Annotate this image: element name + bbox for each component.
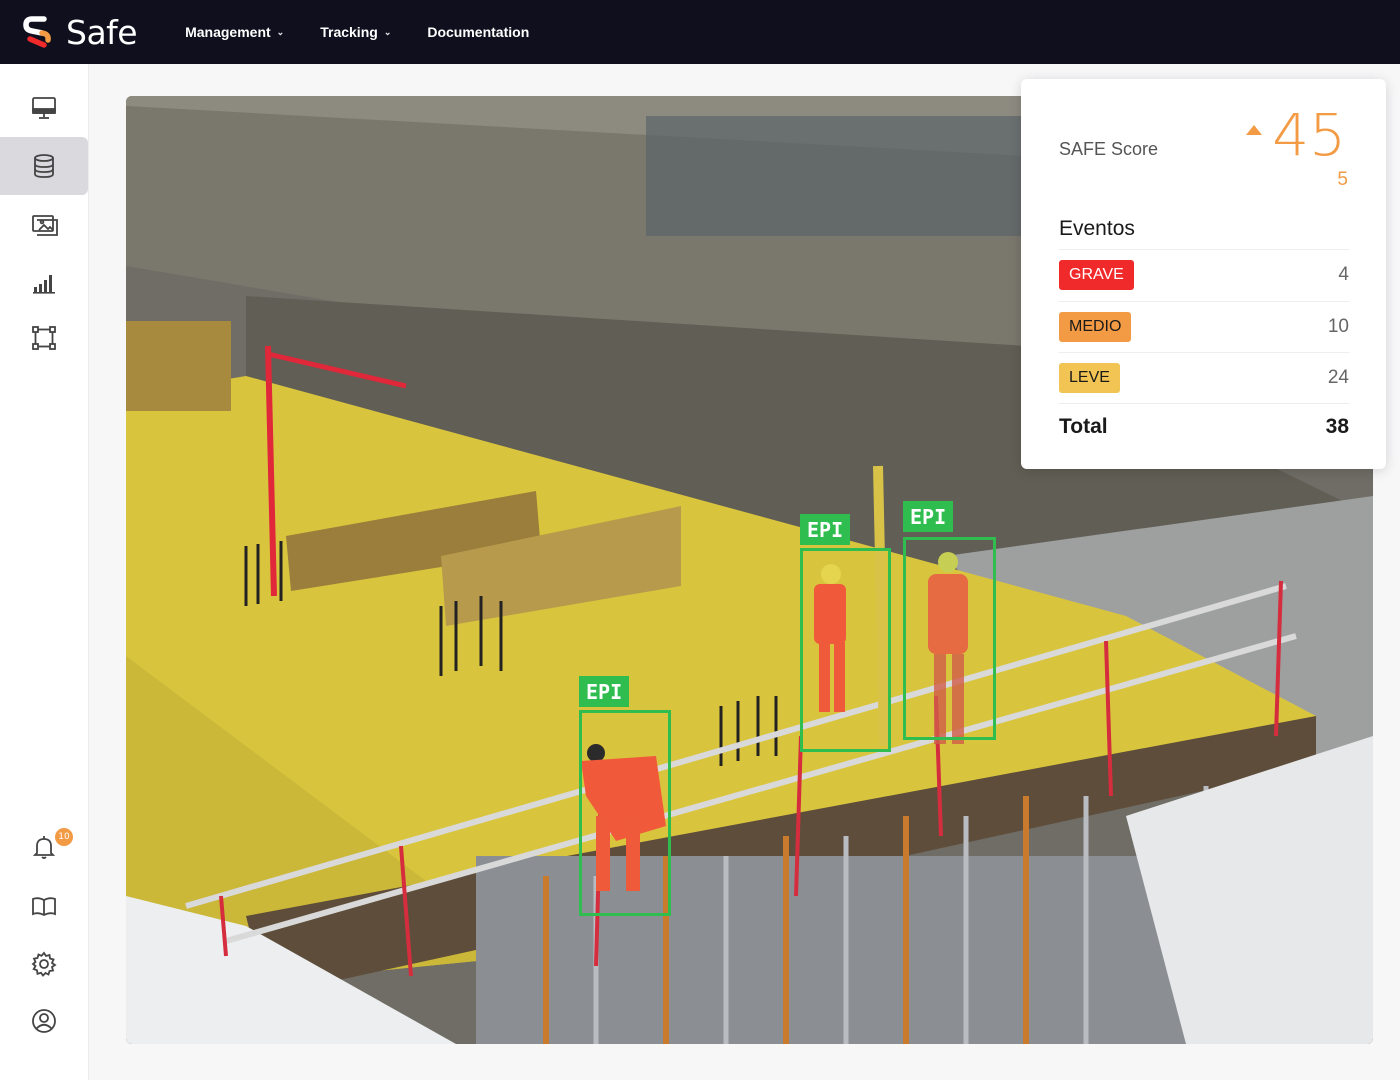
sidebar-item-settings[interactable] xyxy=(0,935,88,993)
severity-badge-grave: GRAVE xyxy=(1059,259,1134,290)
sidebar-item-gallery[interactable] xyxy=(0,196,88,254)
detection-box[interactable] xyxy=(903,537,996,740)
top-navbar: Safe Management ⌄ Tracking ⌄ Documentati… xyxy=(0,0,1400,64)
event-count: 10 xyxy=(1327,315,1349,337)
sidebar-item-profile[interactable] xyxy=(0,992,88,1050)
total-value: 38 xyxy=(1325,414,1349,438)
event-row-grave[interactable]: GRAVE 4 xyxy=(1059,249,1349,299)
safe-logo-icon xyxy=(23,16,51,48)
gear-icon xyxy=(31,951,57,977)
chevron-down-icon: ⌄ xyxy=(276,26,285,37)
trend-up-icon xyxy=(1246,125,1262,135)
event-count: 24 xyxy=(1327,366,1349,388)
book-icon xyxy=(32,897,56,917)
detection-label: EPI xyxy=(903,501,954,532)
sidebar-item-docs[interactable] xyxy=(0,877,88,935)
safe-score-card: SAFE Score 45 5 Eventos GRAVE 4 MEDIO 10… xyxy=(1021,79,1386,469)
notification-badge: 10 xyxy=(55,828,73,846)
vector-shape-icon xyxy=(32,326,56,350)
score-delta: 5 xyxy=(1337,169,1348,190)
detection-box[interactable] xyxy=(800,548,891,752)
nav-documentation-label: Documentation xyxy=(427,24,530,40)
database-icon xyxy=(34,154,54,178)
nav-documentation[interactable]: Documentation xyxy=(427,24,529,40)
score-value: 45 xyxy=(1272,101,1346,169)
nav-tracking[interactable]: Tracking ⌄ xyxy=(320,24,391,40)
sidebar-item-notifications[interactable]: 10 xyxy=(0,818,88,876)
sidebar-item-analytics[interactable] xyxy=(0,252,88,310)
event-row-leve[interactable]: LEVE 24 xyxy=(1059,352,1349,402)
event-row-medio[interactable]: MEDIO 10 xyxy=(1059,301,1349,351)
severity-badge-leve: LEVE xyxy=(1059,362,1120,393)
events-title: Eventos xyxy=(1059,217,1135,240)
main-nav: Management ⌄ Tracking ⌄ Documentation xyxy=(185,24,565,40)
total-label: Total xyxy=(1059,414,1108,438)
bell-icon xyxy=(32,836,56,859)
total-row: Total 38 xyxy=(1059,403,1349,449)
nav-tracking-label: Tracking xyxy=(320,24,378,40)
sidebar-item-monitor[interactable] xyxy=(0,79,88,137)
detection-box[interactable] xyxy=(579,710,671,916)
monitor-icon xyxy=(32,97,56,119)
event-count: 4 xyxy=(1338,263,1349,285)
logo[interactable]: Safe xyxy=(22,12,138,52)
nav-management[interactable]: Management ⌄ xyxy=(185,24,284,40)
user-icon xyxy=(32,1009,56,1033)
chevron-down-icon: ⌄ xyxy=(383,26,392,37)
nav-management-label: Management xyxy=(185,24,271,40)
detection-label: EPI xyxy=(800,514,851,545)
gallery-icon xyxy=(32,215,58,236)
severity-badge-medio: MEDIO xyxy=(1059,311,1132,342)
sidebar-item-database[interactable] xyxy=(0,137,88,195)
detection-label: EPI xyxy=(579,676,630,707)
bar-chart-icon xyxy=(33,275,55,294)
sidebar: 10 xyxy=(0,64,89,1080)
score-label: SAFE Score xyxy=(1059,139,1159,159)
sidebar-item-zones[interactable] xyxy=(0,309,88,367)
app-name: Safe xyxy=(66,12,138,52)
